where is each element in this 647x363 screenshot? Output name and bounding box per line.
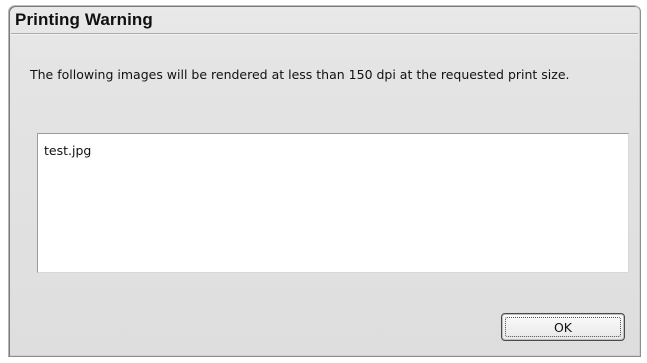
list-item[interactable]: test.jpg bbox=[44, 143, 91, 158]
title-separator bbox=[11, 33, 638, 35]
printing-warning-dialog: Printing Warning The following images wi… bbox=[8, 5, 641, 357]
ok-button-label: OK bbox=[553, 319, 573, 335]
dialog-title: Printing Warning bbox=[15, 10, 153, 29]
ok-button[interactable]: OK bbox=[501, 313, 625, 341]
image-file-list[interactable]: test.jpg bbox=[37, 133, 629, 273]
warning-message: The following images will be rendered at… bbox=[30, 67, 570, 82]
